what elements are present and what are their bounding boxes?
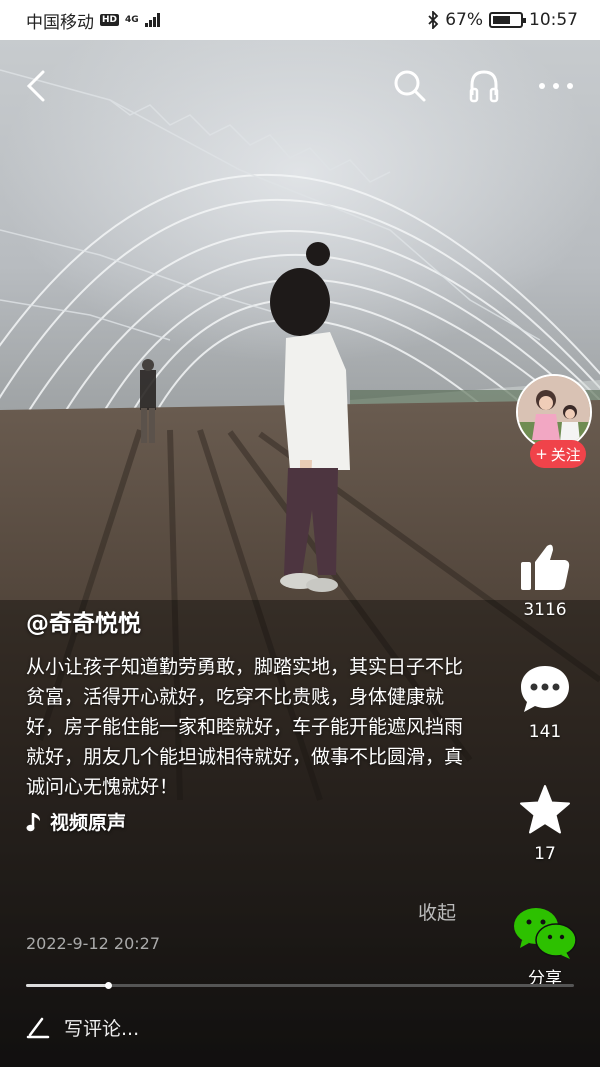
hd-badge: HD [100,14,120,26]
author-avatar[interactable] [516,374,592,450]
back-icon [26,70,45,102]
comment-button[interactable]: 141 [490,664,600,742]
comment-icon [521,666,569,712]
more-icon [539,83,573,89]
comment-input-bar[interactable]: 写评论... [26,1010,139,1044]
like-count: 3116 [523,600,567,620]
headphones-icon [469,70,499,103]
carrier-name: 中国移动 [26,12,94,33]
follow-button[interactable]: + 关注 [530,440,586,468]
comment-placeholder: 写评论... [64,1017,140,1040]
network-type: 4G [125,15,139,25]
search-button[interactable] [390,66,430,106]
favorite-count: 17 [534,844,556,864]
more-button[interactable] [536,66,576,106]
plus-icon: + [535,445,548,463]
signal-icon [144,13,160,27]
bluetooth-icon [428,11,439,29]
video-info: @奇奇悦悦 从小让孩子知道勤劳勇敢，脚踏实地，其实日子不比贫富，活得开心就好，吃… [26,604,466,835]
favorite-button[interactable]: 17 [490,784,600,864]
search-icon [394,70,426,102]
battery-percent: 67% [445,10,483,30]
wechat-icon [514,908,577,959]
status-bar: 中国移动 HD 4G 67% 10:57 [0,0,600,40]
music-link[interactable]: 视频原声 [26,808,466,835]
video-player[interactable]: + 关注 3116 141 17 分享 @奇奇悦悦 从小让孩子知道勤劳勇敢，脚踏… [0,40,600,1067]
star-icon [520,785,570,834]
progress-played [26,984,109,987]
music-title: 视频原声 [50,812,127,834]
music-note-icon [26,812,40,831]
battery-icon [489,12,526,28]
share-button[interactable]: 分享 [490,904,600,989]
collapse-button[interactable]: 收起 [418,898,456,925]
back-button[interactable] [16,66,56,106]
author-name[interactable]: @奇奇悦悦 [26,604,466,638]
publish-date: 2022-9-12 20:27 [26,934,160,953]
like-button[interactable]: 3116 [490,542,600,620]
clock: 10:57 [529,10,578,30]
comment-count: 141 [528,722,562,742]
listen-button[interactable] [464,66,504,106]
pen-icon [26,1017,50,1039]
battery-level [493,16,511,24]
playback-progress[interactable] [26,982,574,989]
thumbs-up-icon [521,544,570,590]
follow-label: 关注 [550,445,581,464]
top-action-bar [0,60,600,112]
video-description: 从小让孩子知道勤劳勇敢，脚踏实地，其实日子不比贫富，活得开心就好，吃穿不比贵贱，… [26,656,464,798]
